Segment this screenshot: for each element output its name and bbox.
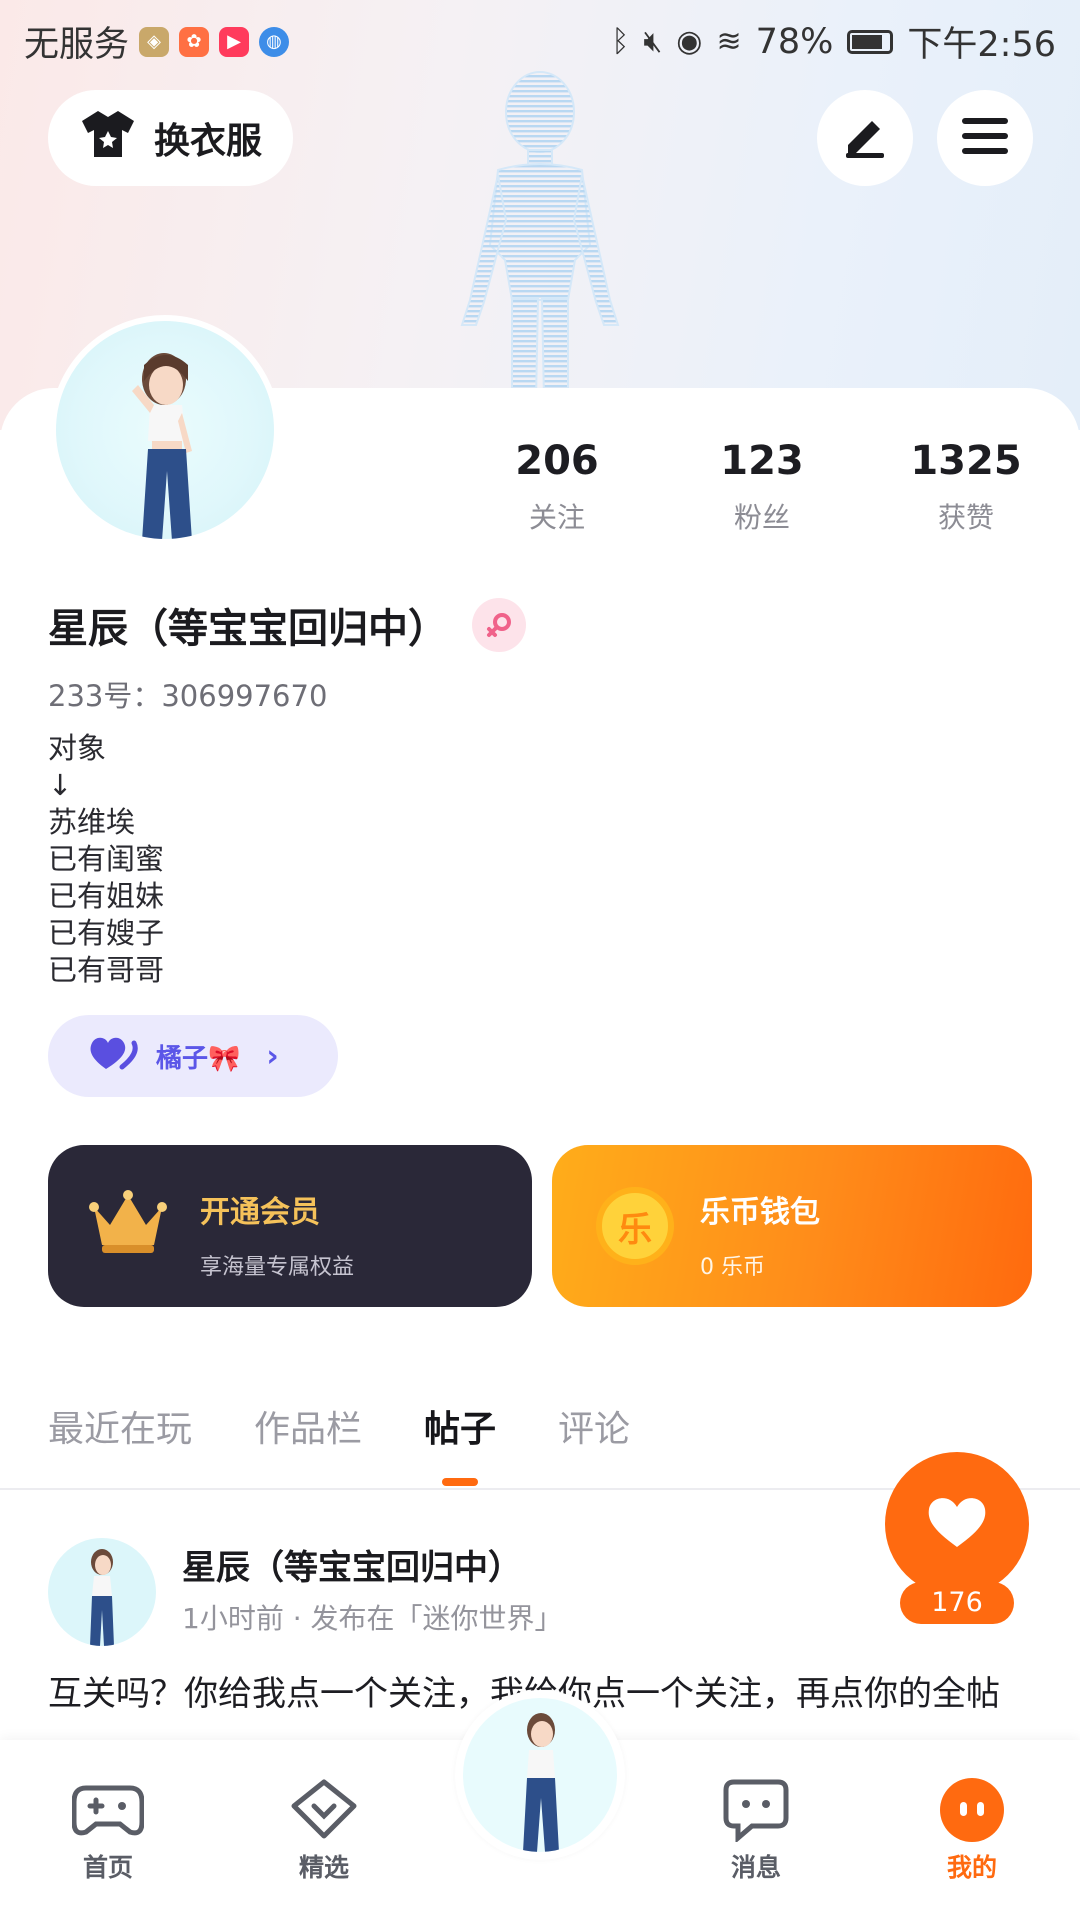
stat-following[interactable]: 206 关注 (472, 438, 642, 536)
vip-subtitle: 享海量专属权益 (200, 1255, 355, 1280)
likes-label: 获赞 (937, 501, 994, 534)
post-avatar-figure (90, 1549, 114, 1646)
likes-count: 1325 (910, 438, 1022, 484)
followers-label: 粉丝 (733, 501, 790, 534)
message-icon (696, 1772, 816, 1848)
shield-app-icon: ◈ (139, 26, 170, 57)
profile-avatar[interactable] (50, 315, 280, 545)
crown-icon (88, 1187, 168, 1261)
clock: 下午2:56 (907, 25, 1056, 65)
gamepad-icon (48, 1772, 168, 1848)
status-bar: 无服务 ◈ ✿ ▶ ◍ ᛒ 🔇︎ ◉ ≋ 78% 下午2:56 (0, 0, 1080, 76)
user-id: 233号：306997670 (48, 679, 328, 713)
double-heart-icon (88, 1035, 140, 1078)
nav-me-label: 我的 (946, 1853, 997, 1882)
nav-messages-label: 消息 (730, 1853, 781, 1882)
change-outfit-label: 换衣服 (154, 121, 263, 162)
tab-posts[interactable]: 帖子 (424, 1400, 497, 1486)
battery-percent: 78% (755, 21, 834, 62)
battery-icon (847, 29, 894, 54)
profile-bio: 对象 ↓ 苏维埃 已有闺蜜 已有姐妹 已有嫂子 已有哥哥 (48, 731, 165, 987)
menu-button[interactable] (937, 90, 1033, 186)
heart-icon (927, 1495, 987, 1553)
hamburger-icon (962, 116, 1008, 160)
heart-chat-icon (264, 1772, 384, 1848)
avatar-figure (132, 353, 192, 539)
mute-icon: 🔇︎ (643, 24, 663, 59)
nav-home-label: 首页 (82, 1853, 133, 1882)
profile-name-row: 星辰（等宝宝回归中） (48, 596, 526, 654)
following-label: 关注 (528, 501, 585, 534)
post-author-avatar[interactable] (48, 1538, 156, 1646)
vip-card[interactable]: 开通会员 享海量专属权益 (48, 1145, 532, 1307)
change-outfit-button[interactable]: 换衣服 (48, 90, 293, 186)
like-count: 176 (900, 1582, 1014, 1624)
nav-home[interactable]: 首页 (48, 1772, 168, 1884)
flower-app-icon: ✿ (179, 26, 210, 57)
stat-likes[interactable]: 1325 获赞 (881, 438, 1051, 536)
nav-featured-label: 精选 (298, 1853, 349, 1882)
tab-posts-label: 帖子 (424, 1409, 497, 1450)
tab-comments[interactable]: 评论 (558, 1400, 630, 1452)
pen-icon (842, 113, 888, 163)
chevron-right-icon: › (266, 1038, 279, 1074)
edit-profile-button[interactable] (817, 90, 913, 186)
nav-messages[interactable]: 消息 (696, 1772, 816, 1884)
post-author-name[interactable]: 星辰（等宝宝回归中） (182, 1540, 522, 1589)
profile-face-icon (912, 1772, 1032, 1848)
relation-tag-label: 橘子🎀 (156, 1043, 241, 1074)
female-gender-icon (472, 598, 526, 652)
like-fab[interactable] (885, 1452, 1029, 1596)
stat-followers[interactable]: 123 粉丝 (677, 438, 847, 536)
tab-recent[interactable]: 最近在玩 (48, 1400, 192, 1452)
profile-tabs: 最近在玩 作品栏 帖子 评论 (48, 1400, 630, 1486)
nav-avatar-center[interactable] (455, 1690, 625, 1860)
post-meta: 1小时前 · 发布在「迷你世界」 (182, 1602, 563, 1635)
globe-app-icon: ◍ (259, 26, 290, 57)
carrier-text: 无服务 (24, 25, 130, 65)
status-left: 无服务 ◈ ✿ ▶ ◍ (24, 16, 290, 67)
hologram-figure (440, 70, 640, 401)
wifi-icon: ≋ (716, 24, 742, 59)
coin-icon: 乐 (596, 1187, 674, 1265)
wallet-title: 乐币钱包 (700, 1195, 820, 1230)
nav-me[interactable]: 我的 (912, 1772, 1032, 1884)
bluetooth-icon: ᛒ (611, 24, 630, 59)
wallet-card[interactable]: 乐 乐币钱包 0 乐币 (552, 1145, 1032, 1307)
nav-featured[interactable]: 精选 (264, 1772, 384, 1884)
video-app-icon: ▶ (219, 26, 250, 57)
eye-icon: ◉ (676, 24, 703, 59)
vip-title: 开通会员 (200, 1195, 320, 1230)
profile-name: 星辰（等宝宝回归中） (48, 606, 448, 652)
tshirt-icon (80, 109, 136, 168)
center-avatar-figure (523, 1713, 559, 1852)
followers-count: 123 (720, 438, 804, 484)
wallet-balance: 0 乐币 (700, 1255, 765, 1280)
following-count: 206 (515, 438, 599, 484)
active-tab-indicator (442, 1478, 479, 1486)
status-right: ᛒ 🔇︎ ◉ ≋ 78% 下午2:56 (611, 16, 1056, 67)
relation-tag-button[interactable]: 橘子🎀 › (48, 1015, 338, 1097)
tab-works[interactable]: 作品栏 (254, 1400, 362, 1452)
